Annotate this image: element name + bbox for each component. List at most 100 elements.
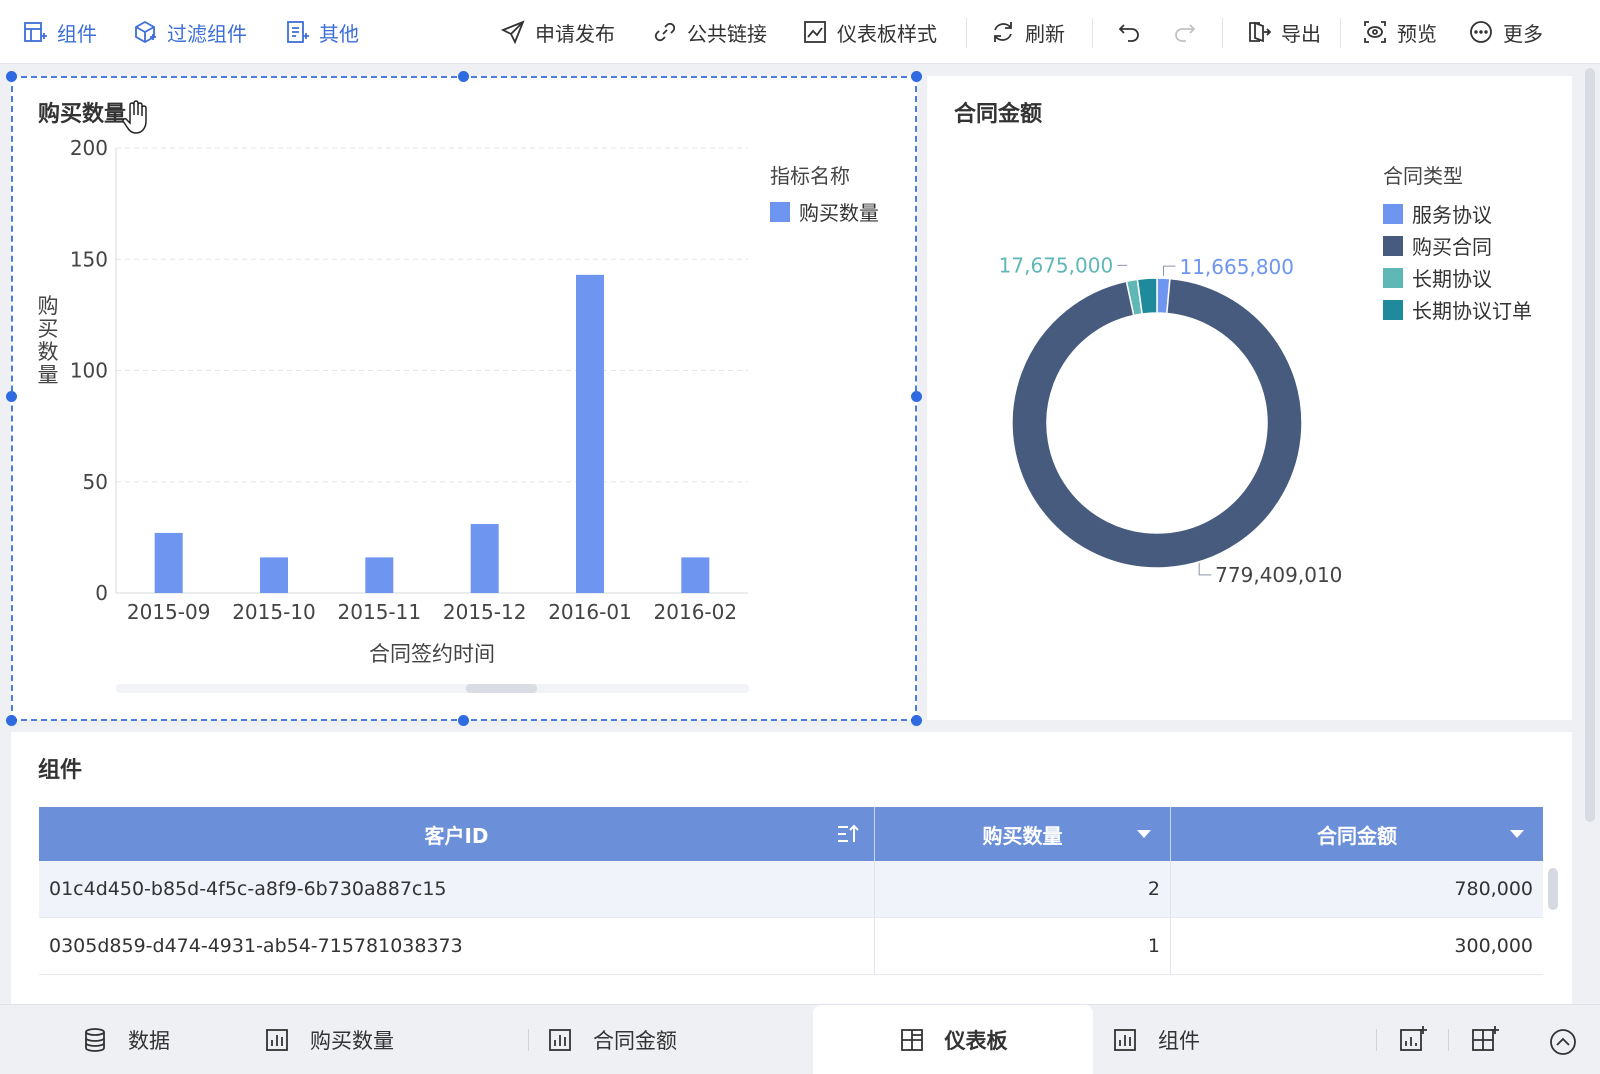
table-header: 客户ID 购买数量 合同金额 (39, 807, 1543, 861)
bar (260, 557, 288, 593)
undo-icon (1118, 24, 1139, 42)
y-tick-label: 0 (95, 581, 108, 605)
add-chart-icon[interactable] (1398, 1025, 1428, 1055)
tab-component[interactable]: 组件 (1112, 1005, 1200, 1074)
tab-label: 仪表板 (944, 1029, 1008, 1053)
bar (365, 557, 394, 593)
donut-slice (1011, 277, 1303, 569)
table-cell: 1 (875, 918, 1171, 974)
tab-purchase-qty[interactable]: 购买数量 (264, 1005, 394, 1074)
donut-legend-item-service[interactable]: 服务协议 (1383, 199, 1492, 228)
tab-label: 组件 (1158, 1029, 1200, 1053)
toolbar-divider (1340, 18, 1341, 48)
donut-legend-title: 合同类型 (1383, 164, 1463, 188)
resize-handle[interactable] (911, 715, 922, 726)
table-title: 组件 (38, 758, 83, 783)
refresh-label: 刷新 (1025, 21, 1065, 46)
bar-chart-icon (266, 1029, 288, 1051)
preview-icon (1364, 21, 1386, 43)
resize-handle[interactable] (6, 715, 17, 726)
x-tick-label: 2016-01 (548, 600, 632, 624)
tab-data[interactable]: 数据 (82, 1005, 170, 1074)
bar-legend-title: 指标名称 (770, 164, 850, 188)
bar (154, 532, 183, 593)
bar-legend-label: 购买数量 (799, 201, 879, 225)
undo-button[interactable] (1116, 14, 1151, 50)
bar-legend-item[interactable]: 购买数量 (770, 197, 879, 226)
dropdown-icon[interactable] (1505, 822, 1529, 846)
slice-label-purchase: 779,409,010 (1215, 563, 1342, 587)
leader-line (1162, 265, 1176, 277)
database-icon (85, 1028, 105, 1052)
preview-button[interactable]: 预览 (1362, 14, 1437, 50)
table-body: 01c4d450-b85d-4f5c-a8f9-6b730a887c15 2 7… (39, 861, 1543, 975)
donut-chart: 11,665,800 17,675,000 779,409,010 (999, 253, 1343, 587)
redo-icon (1175, 24, 1196, 42)
dashboard-icon (900, 1029, 923, 1051)
more-label: 更多 (1503, 21, 1543, 46)
table-cell: 2 (875, 861, 1171, 917)
resize-handle[interactable] (911, 71, 922, 82)
tab-dashboard[interactable]: 仪表板 (813, 1005, 1093, 1074)
bottom-tab-bar: 数据 购买数量 合同金额 仪表板 组件 (0, 1004, 1600, 1074)
resize-handle[interactable] (911, 391, 922, 402)
table-row[interactable]: 01c4d450-b85d-4f5c-a8f9-6b730a887c15 2 7… (39, 861, 1543, 918)
y-axis-title: 购买数量 (38, 294, 59, 387)
bar-chart-icon (1114, 1029, 1136, 1051)
add-dashboard-icon[interactable] (1470, 1025, 1500, 1055)
column-header-customer-id[interactable]: 客户ID (39, 807, 875, 861)
column-header-label: 客户ID (424, 823, 489, 848)
tab-divider (528, 1029, 529, 1051)
table-cell: 300,000 (1454, 935, 1533, 957)
x-tick-label: 2015-10 (232, 600, 316, 624)
resize-handle[interactable] (458, 71, 469, 82)
collapse-up-icon[interactable] (1548, 1027, 1578, 1057)
resize-handle[interactable] (6, 391, 17, 402)
more-button[interactable]: 更多 (1468, 14, 1543, 50)
table-scrollbar[interactable] (1548, 868, 1558, 910)
refresh-icon (994, 22, 1012, 42)
sort-icon[interactable] (836, 822, 860, 846)
donut-legend-item-purchase[interactable]: 购买合同 (1383, 231, 1492, 260)
column-header-contract-amount[interactable]: 合同金额 (1171, 807, 1543, 861)
y-tick-label: 150 (70, 247, 108, 271)
legend-label: 服务协议 (1412, 203, 1492, 227)
column-header-purchase-qty[interactable]: 购买数量 (875, 807, 1171, 861)
resize-handle[interactable] (6, 71, 17, 82)
resize-handle[interactable] (458, 715, 469, 726)
export-label: 导出 (1281, 21, 1321, 46)
tab-label: 合同金额 (593, 1029, 677, 1053)
tab-label: 数据 (128, 1029, 170, 1053)
tab-contract-amount[interactable]: 合同金额 (547, 1005, 677, 1074)
refresh-button[interactable]: 刷新 (990, 14, 1065, 50)
x-tick-label: 2015-12 (443, 600, 527, 624)
bar (681, 557, 710, 593)
export-icon (1249, 21, 1272, 43)
bar-chart-scroll-thumb[interactable] (466, 684, 537, 693)
y-tick-label: 100 (70, 359, 108, 383)
legend-label: 长期协议订单 (1412, 299, 1532, 323)
redo-button[interactable] (1172, 14, 1207, 50)
donut-legend-item-long-term[interactable]: 长期协议 (1383, 263, 1492, 292)
column-header-label: 合同金额 (1317, 823, 1397, 848)
bar (470, 524, 499, 593)
legend-swatch (770, 201, 790, 222)
y-tick-label: 200 (70, 136, 108, 160)
dropdown-icon[interactable] (1132, 822, 1156, 846)
x-tick-label: 2015-11 (338, 600, 422, 624)
donut-legend-item-long-term-order[interactable]: 长期协议订单 (1383, 295, 1532, 324)
slice-label-long-term: 17,675,000 (999, 253, 1114, 277)
bar-chart-scroll-track[interactable] (116, 684, 749, 693)
data-table: 客户ID 购买数量 合同金额 01c4d450-b85d-4f5c-a8f9-6… (39, 807, 1543, 975)
table-cell: 780,000 (1454, 878, 1533, 900)
page-scrollbar[interactable] (1585, 68, 1595, 822)
x-tick-label: 2015-09 (127, 600, 211, 624)
y-tick-label: 50 (83, 470, 108, 494)
table-row[interactable]: 0305d859-d474-4931-ab54-715781038373 1 3… (39, 918, 1543, 975)
tab-divider (1448, 1029, 1449, 1051)
export-button[interactable]: 导出 (1246, 14, 1321, 50)
bar-chart: 0 50 100 150 200 2015-09 2015-10 2015-11 2015-12… (38, 136, 748, 666)
preview-label: 预览 (1397, 21, 1437, 46)
toolbar-divider (1092, 18, 1093, 48)
legend-swatch (1383, 267, 1403, 288)
